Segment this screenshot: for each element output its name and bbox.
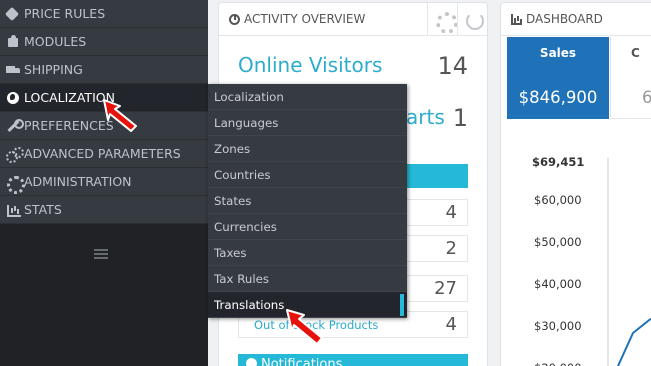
dashboard-title: DASHBOARD bbox=[526, 12, 603, 26]
submenu-item-zones[interactable]: Zones bbox=[208, 136, 407, 162]
submenu-item-currencies[interactable]: Currencies bbox=[208, 214, 407, 240]
stats-icon bbox=[6, 203, 21, 217]
sidebar-item-label: STATS bbox=[24, 202, 62, 217]
submenu-item-languages[interactable]: Languages bbox=[208, 110, 407, 136]
kpi-sales[interactable]: Sales $846,900 bbox=[507, 37, 609, 119]
sidebar-item-administration[interactable]: ADMINISTRATION bbox=[0, 168, 208, 196]
kpi-next[interactable]: C 6 bbox=[610, 37, 651, 119]
online-visitors-link[interactable]: Online Visitors bbox=[238, 53, 382, 77]
sidebar-collapse-icon[interactable] bbox=[94, 249, 108, 259]
cog-icon bbox=[6, 175, 25, 194]
submenu-item-localization[interactable]: Localization bbox=[208, 84, 407, 110]
puzzle-icon bbox=[6, 34, 20, 49]
submenu-item-states[interactable]: States bbox=[208, 188, 407, 214]
sidebar-item-modules[interactable]: MODULES bbox=[0, 28, 208, 56]
sidebar-item-label: ADMINISTRATION bbox=[24, 174, 132, 189]
kpi-value: 6 bbox=[642, 88, 651, 107]
notification-icon bbox=[246, 358, 257, 366]
submenu-item-taxes[interactable]: Taxes bbox=[208, 240, 407, 266]
dashboard-header: DASHBOARD bbox=[501, 3, 651, 36]
notifications-bar[interactable]: Notifications bbox=[238, 354, 468, 366]
cogs-icon bbox=[6, 146, 24, 163]
wrench-icon bbox=[6, 118, 24, 133]
submenu-item-countries[interactable]: Countries bbox=[208, 162, 407, 188]
globe-icon bbox=[6, 91, 20, 105]
kpi-value: $846,900 bbox=[518, 88, 598, 107]
activity-overview-title: ACTIVITY OVERVIEW bbox=[244, 12, 366, 26]
row-value: 2 bbox=[445, 238, 457, 259]
kpi-title: C bbox=[631, 46, 640, 60]
bar-chart-icon bbox=[511, 13, 522, 25]
notifications-label: Notifications bbox=[261, 357, 343, 366]
active-carts-link[interactable]: arts bbox=[406, 105, 445, 129]
sidebar-item-label: MODULES bbox=[24, 34, 87, 49]
sidebar: PRICE RULES MODULES SHIPPING LOCALIZATIO… bbox=[0, 0, 208, 366]
sidebar-item-stats[interactable]: STATS bbox=[0, 196, 208, 224]
submenu-item-tax-rules[interactable]: Tax Rules bbox=[208, 266, 407, 292]
tag-icon bbox=[6, 7, 20, 21]
truck-icon bbox=[6, 63, 20, 77]
red-arrow-translations bbox=[286, 309, 323, 345]
row-value: 27 bbox=[434, 278, 457, 299]
sidebar-item-shipping[interactable]: SHIPPING bbox=[0, 56, 208, 84]
row-value: 4 bbox=[445, 202, 457, 223]
configure-icon[interactable] bbox=[427, 3, 458, 36]
localization-submenu: Localization Languages Zones Countries S… bbox=[208, 84, 407, 318]
sidebar-item-label: ADVANCED PARAMETERS bbox=[24, 146, 181, 161]
row-value: 4 bbox=[445, 314, 457, 335]
kpi-title: Sales bbox=[539, 46, 577, 60]
sales-chart bbox=[607, 158, 651, 366]
sidebar-item-price-rules[interactable]: PRICE RULES bbox=[0, 0, 208, 28]
sidebar-item-label: SHIPPING bbox=[24, 62, 83, 77]
sales-series-line bbox=[617, 317, 651, 366]
refresh-icon[interactable] bbox=[457, 3, 487, 36]
active-carts-value: 1 bbox=[452, 104, 468, 132]
red-arrow-localization bbox=[103, 99, 137, 132]
sidebar-item-advanced-parameters[interactable]: ADVANCED PARAMETERS bbox=[0, 140, 208, 168]
online-visitors-value: 14 bbox=[437, 52, 468, 80]
sidebar-footer bbox=[0, 224, 208, 366]
sidebar-item-label: PRICE RULES bbox=[24, 6, 106, 21]
clock-icon bbox=[229, 13, 240, 25]
